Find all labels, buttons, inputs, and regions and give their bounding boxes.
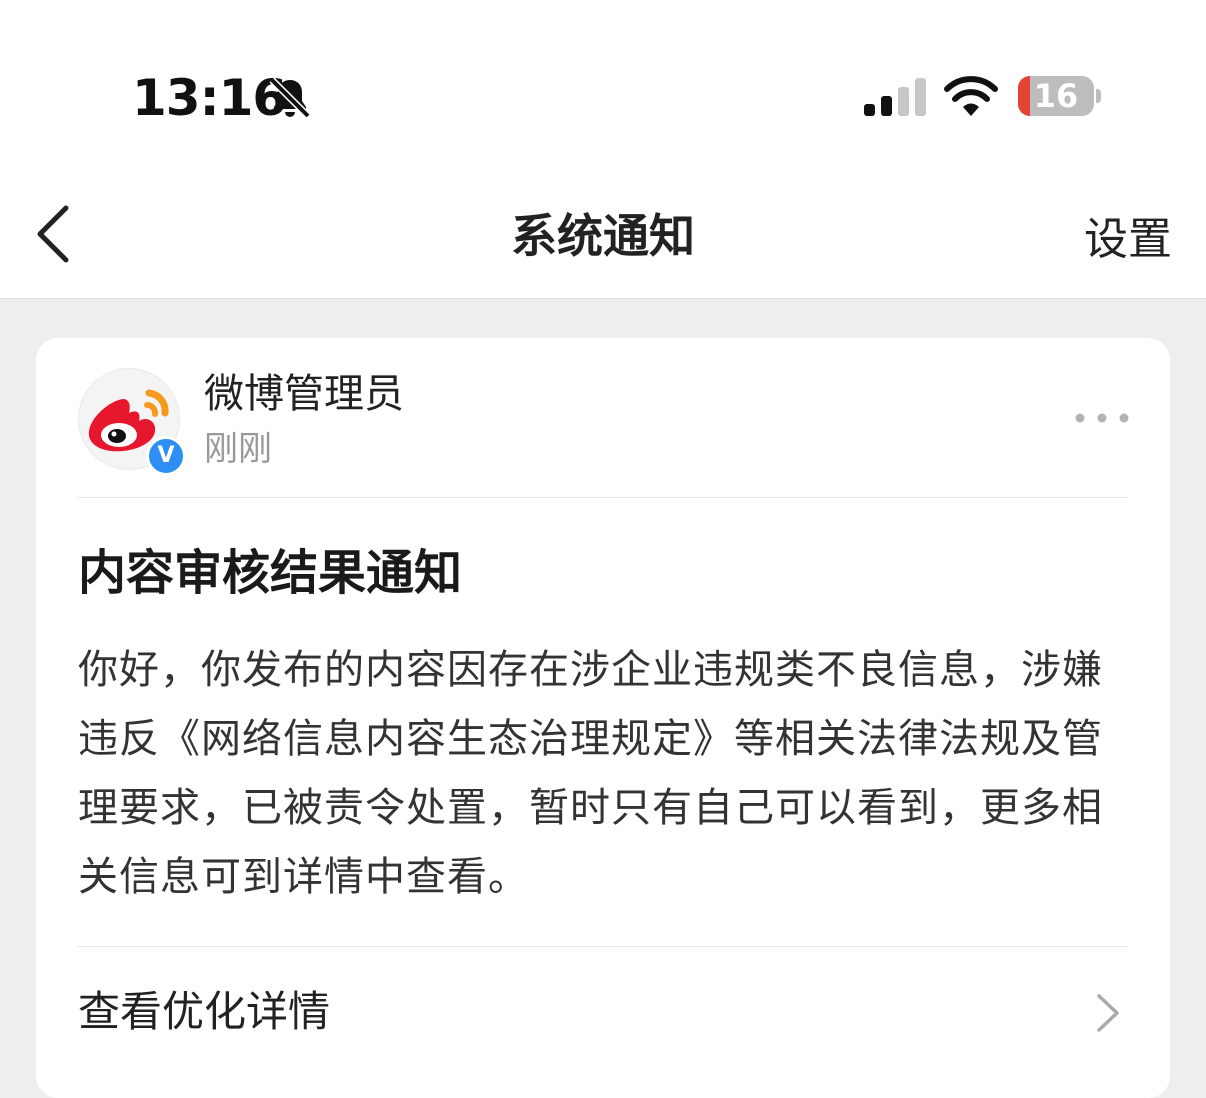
status-time: 13:16 (132, 69, 287, 127)
verified-badge: V (146, 436, 186, 476)
settings-button[interactable]: 设置 (1084, 210, 1172, 270)
view-details-link[interactable]: 查看优化详情 (78, 982, 330, 1042)
chevron-left-icon[interactable] (30, 204, 78, 264)
chevron-right-icon[interactable] (1094, 992, 1122, 1034)
timestamp: 刚刚 (204, 429, 272, 469)
notification-card: V 微博管理员 刚刚 内容审核结果通知 你好，你发布的内容因存在涉企业违规类不良… (36, 338, 1170, 1098)
battery-tip (1096, 89, 1101, 103)
more-dots-icon[interactable] (1074, 412, 1130, 424)
wifi-icon (944, 76, 998, 116)
message-body: 你好，你发布的内容因存在涉企业违规类不良信息，涉嫌违反《网络信息内容生态治理规定… (78, 647, 1103, 900)
message-title: 内容审核结果通知 (78, 545, 463, 601)
divider (78, 946, 1128, 947)
signal-icon (864, 78, 926, 116)
page-title: 系统通知 (511, 209, 695, 263)
divider (78, 497, 1128, 498)
header-area: 13:16 16 系统通知 设置 (0, 0, 1206, 299)
battery-icon: 16 (1018, 76, 1094, 116)
battery-level: 16 (1033, 77, 1079, 115)
bell-slash-icon (269, 77, 311, 119)
sender-name[interactable]: 微博管理员 (204, 368, 404, 420)
